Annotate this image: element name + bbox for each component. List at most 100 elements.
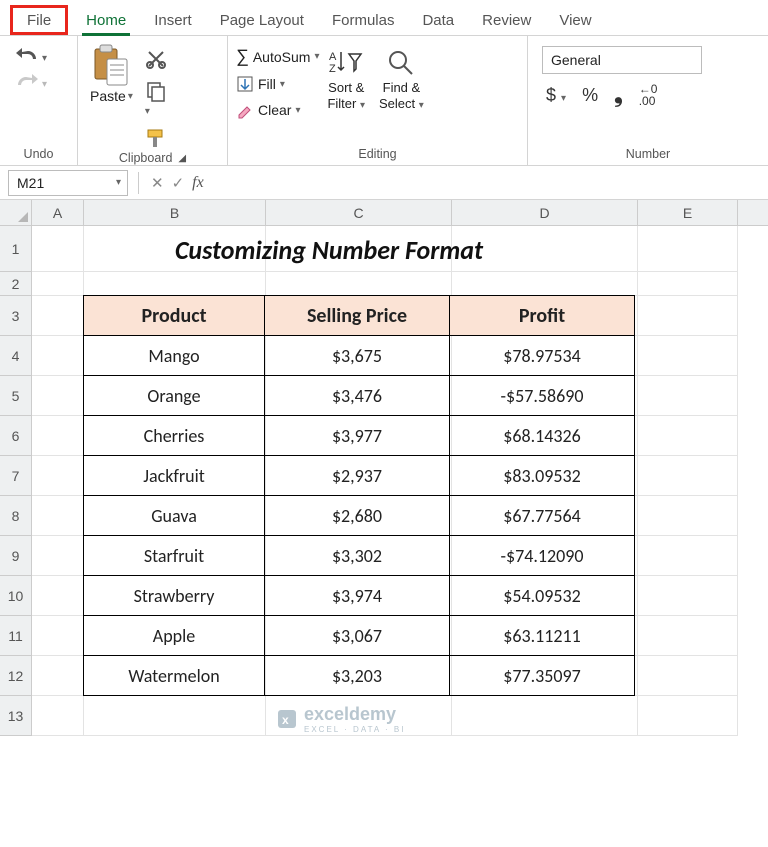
row-header[interactable]: 3 xyxy=(0,296,32,336)
name-box[interactable]: M21 ▾ xyxy=(8,170,128,196)
col-header[interactable]: C xyxy=(266,200,452,225)
cell[interactable] xyxy=(638,376,738,416)
cut-button[interactable] xyxy=(145,48,167,70)
cell[interactable] xyxy=(266,272,452,296)
table-header[interactable]: Profit xyxy=(449,295,635,336)
col-header[interactable]: A xyxy=(32,200,84,225)
table-cell[interactable]: -$74.12090 xyxy=(449,535,635,576)
clipboard-dialog-launcher[interactable]: ◢ xyxy=(178,153,186,164)
row-header[interactable]: 13 xyxy=(0,696,32,736)
cell[interactable] xyxy=(638,272,738,296)
row-header[interactable]: 5 xyxy=(0,376,32,416)
fill-button[interactable]: Fill ▾ xyxy=(236,75,319,93)
table-cell[interactable]: $54.09532 xyxy=(449,575,635,616)
table-cell[interactable]: Apple xyxy=(83,615,265,656)
table-cell[interactable]: $83.09532 xyxy=(449,455,635,496)
cell[interactable] xyxy=(32,336,84,376)
table-cell[interactable]: Guava xyxy=(83,495,265,536)
table-cell[interactable]: $3,203 xyxy=(264,655,450,696)
select-all-corner[interactable] xyxy=(0,200,32,226)
row-header[interactable]: 8 xyxy=(0,496,32,536)
comma-format-button[interactable]: ❟ xyxy=(614,82,623,108)
table-cell[interactable]: $63.11211 xyxy=(449,615,635,656)
col-header[interactable]: B xyxy=(84,200,266,225)
cell[interactable] xyxy=(32,536,84,576)
row-header[interactable]: 2 xyxy=(0,272,32,296)
tab-page-layout[interactable]: Page Layout xyxy=(206,5,318,35)
cell[interactable] xyxy=(452,272,638,296)
paste-label[interactable]: Paste xyxy=(90,88,126,104)
formula-input[interactable] xyxy=(210,170,760,196)
chevron-down-icon[interactable]: ▾ xyxy=(128,91,133,102)
find-select-button[interactable]: Find & Select ▾ xyxy=(379,46,424,112)
cell[interactable] xyxy=(32,576,84,616)
cell[interactable] xyxy=(638,616,738,656)
tab-formulas[interactable]: Formulas xyxy=(318,5,409,35)
col-header[interactable]: E xyxy=(638,200,738,225)
undo-button[interactable]: ▾ xyxy=(14,48,47,68)
cell[interactable] xyxy=(32,696,84,736)
copy-button[interactable]: ▾ xyxy=(145,80,167,117)
cell[interactable] xyxy=(638,536,738,576)
autosum-button[interactable]: ∑ AutoSum ▾ xyxy=(236,46,319,67)
number-format-dropdown[interactable]: General xyxy=(542,46,702,74)
fx-icon[interactable]: fx xyxy=(192,174,204,192)
table-cell[interactable]: Strawberry xyxy=(83,575,265,616)
cell[interactable] xyxy=(32,296,84,336)
table-cell[interactable]: $3,675 xyxy=(264,335,450,376)
increase-decimal-button[interactable]: ←0.00 xyxy=(639,83,658,107)
row-header[interactable]: 6 xyxy=(0,416,32,456)
cell[interactable] xyxy=(32,496,84,536)
cell[interactable] xyxy=(84,272,266,296)
table-cell[interactable]: $67.77564 xyxy=(449,495,635,536)
cell[interactable] xyxy=(638,456,738,496)
table-cell[interactable]: Orange xyxy=(83,375,265,416)
cell[interactable] xyxy=(638,496,738,536)
table-cell[interactable]: $2,937 xyxy=(264,455,450,496)
cell[interactable] xyxy=(84,696,266,736)
cell[interactable] xyxy=(32,456,84,496)
row-header[interactable]: 1 xyxy=(0,226,32,272)
cell[interactable] xyxy=(32,416,84,456)
cell[interactable] xyxy=(32,272,84,296)
table-cell[interactable]: $3,974 xyxy=(264,575,450,616)
row-header[interactable]: 10 xyxy=(0,576,32,616)
cell[interactable] xyxy=(452,696,638,736)
table-header[interactable]: Product xyxy=(83,295,265,336)
row-header[interactable]: 11 xyxy=(0,616,32,656)
tab-file[interactable]: File xyxy=(10,5,68,35)
tab-view[interactable]: View xyxy=(545,5,605,35)
table-cell[interactable]: $78.97534 xyxy=(449,335,635,376)
cell[interactable] xyxy=(638,296,738,336)
cell[interactable] xyxy=(638,226,738,272)
cell[interactable] xyxy=(32,656,84,696)
col-header[interactable]: D xyxy=(452,200,638,225)
table-cell[interactable]: $68.14326 xyxy=(449,415,635,456)
clear-button[interactable]: Clear ▾ xyxy=(236,101,319,119)
row-header[interactable]: 9 xyxy=(0,536,32,576)
enter-formula-icon[interactable]: ✓ xyxy=(172,174,185,192)
row-header[interactable]: 4 xyxy=(0,336,32,376)
cell[interactable] xyxy=(32,376,84,416)
table-cell[interactable]: -$57.58690 xyxy=(449,375,635,416)
row-header[interactable]: 7 xyxy=(0,456,32,496)
cell[interactable] xyxy=(638,576,738,616)
sort-filter-button[interactable]: AZ Sort & Filter ▾ xyxy=(327,46,365,112)
accounting-format-button[interactable]: $ ▾ xyxy=(546,85,566,106)
table-cell[interactable]: $3,476 xyxy=(264,375,450,416)
row-header[interactable]: 12 xyxy=(0,656,32,696)
tab-home[interactable]: Home xyxy=(72,5,140,35)
table-cell[interactable]: $2,680 xyxy=(264,495,450,536)
table-cell[interactable]: Watermelon xyxy=(83,655,265,696)
table-cell[interactable]: $3,977 xyxy=(264,415,450,456)
redo-button[interactable]: ▾ xyxy=(14,74,47,94)
percent-format-button[interactable]: % xyxy=(582,85,598,106)
tab-data[interactable]: Data xyxy=(408,5,468,35)
cell[interactable] xyxy=(638,696,738,736)
cell[interactable] xyxy=(638,656,738,696)
cell[interactable] xyxy=(638,336,738,376)
table-cell[interactable]: Jackfruit xyxy=(83,455,265,496)
table-cell[interactable]: Starfruit xyxy=(83,535,265,576)
format-painter-button[interactable] xyxy=(145,127,167,149)
table-cell[interactable]: $77.35097 xyxy=(449,655,635,696)
